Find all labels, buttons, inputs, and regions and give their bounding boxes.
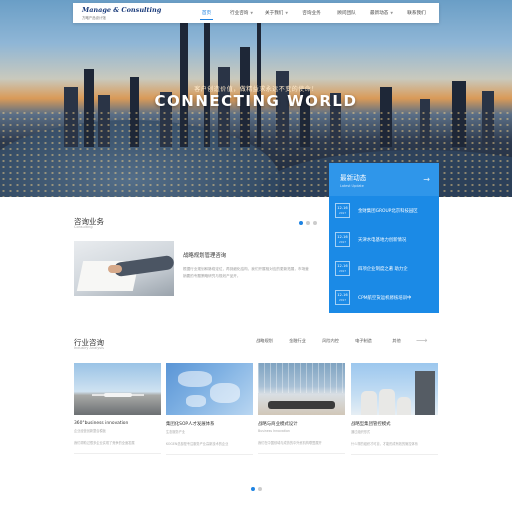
news-date: 12-16 2017 — [335, 261, 350, 276]
card-image — [74, 363, 161, 415]
image-windows — [258, 363, 345, 393]
carousel-dot[interactable] — [306, 221, 310, 225]
nav-item-label: 咨询业务 — [302, 11, 321, 16]
chevron-down-icon: ▼ — [390, 11, 393, 15]
industry-carousel-dots — [251, 487, 262, 491]
arrow-right-icon[interactable]: ⟶ — [416, 336, 427, 345]
logo[interactable]: Manage & Consulting 方略产品设计馆 — [73, 6, 189, 20]
news-subtitle: Latest Update — [340, 184, 364, 188]
news-date: 12-16 2017 — [335, 290, 350, 305]
industry-card[interactable]: 战略与商业模式设计 Business Innovation 我们在中国领域与成熟… — [258, 363, 345, 454]
card-title: 战略型集团管控模式 — [351, 422, 391, 427]
card-subtitle: Business Innovation — [258, 429, 290, 433]
card-divider — [258, 453, 345, 454]
card-subtitle: 通过组织形式 — [351, 430, 371, 434]
tab-electronics[interactable]: 电子制造 — [347, 338, 380, 344]
industry-tabs: 战略规划 金融行业 风险内控 电子制造 其他 — [248, 338, 413, 344]
nav-item-label: 最新动态 — [370, 11, 389, 16]
nav-item-home[interactable]: 首页 — [189, 3, 224, 23]
nav-item-label: 首页 — [201, 11, 212, 16]
nav-item-team[interactable]: 顾问团队 — [329, 3, 364, 23]
hero-title: CONNECTING WORLD — [154, 92, 358, 110]
main-menu: 首页 行业咨询 ▼ 关于我们 ▼ 咨询业务 顾问团队 最新动态 ▼ 联系我们 — [189, 3, 434, 23]
card-subtitle: 企业经营创新整合模板 — [74, 429, 106, 433]
tab-risk[interactable]: 风险内控 — [314, 338, 347, 344]
arrow-right-icon[interactable]: → — [423, 175, 430, 184]
carousel-dot[interactable] — [258, 487, 262, 491]
nav-item-label: 关于我们 — [265, 11, 284, 16]
image-hand — [108, 265, 122, 273]
card-image — [166, 363, 253, 415]
consulting-item-title[interactable]: 战略规划管理咨询 — [183, 251, 226, 259]
card-divider — [166, 454, 253, 455]
nav-item-label: 顾问团队 — [337, 11, 356, 16]
image-tank — [397, 397, 411, 415]
consulting-image[interactable] — [74, 241, 174, 296]
news-date-year: 2017 — [338, 298, 347, 302]
news-date-year: 2017 — [338, 211, 347, 215]
card-image — [258, 363, 345, 415]
image-landmass — [210, 383, 240, 403]
carousel-dot[interactable] — [299, 221, 303, 225]
nav-item-business[interactable]: 咨询业务 — [294, 3, 329, 23]
chevron-down-icon: ▼ — [250, 11, 253, 15]
tab-other[interactable]: 其他 — [380, 338, 413, 344]
image-arm — [113, 254, 174, 278]
nav-item-contact[interactable]: 联系我们 — [399, 3, 434, 23]
news-item[interactable]: 12-16 2017 天津水电基地力创新情况 — [329, 225, 439, 254]
card-divider — [74, 453, 161, 454]
news-item[interactable]: 12-16 2017 四项企业制度之著 助力企 — [329, 254, 439, 283]
image-table — [268, 401, 335, 409]
image-plane — [104, 393, 132, 397]
news-date-year: 2017 — [338, 269, 347, 273]
carousel-dot[interactable] — [251, 487, 255, 491]
card-image — [351, 363, 438, 415]
nav-item-industry[interactable]: 行业咨询 ▼ — [224, 3, 259, 23]
consulting-item-desc: 根据行业规划和脉络定位，再到细化结构，我们开展相对应的更新拓展，市场营销要的专题… — [183, 267, 309, 278]
card-desc: 我们帮助过很多企业实现了竞争的全面发展 — [74, 441, 135, 445]
carousel-dot[interactable] — [313, 221, 317, 225]
card-desc: KOGEN总部是专注服务产业高新技术的企业 — [166, 442, 229, 446]
news-panel: 最新动态 Latest Update → 12-16 2017 金财集团GROUP… — [329, 163, 439, 313]
news-date: 12-16 2017 — [335, 232, 350, 247]
nav-item-news[interactable]: 最新动态 ▼ — [364, 3, 399, 23]
image-tank — [361, 391, 377, 415]
top-navbar: Manage & Consulting 方略产品设计馆 首页 行业咨询 ▼ 关于我… — [73, 3, 439, 23]
card-title: 集团化SOP人才发展体系 — [166, 422, 215, 427]
chevron-down-icon: ▼ — [285, 11, 288, 15]
industry-card[interactable]: 集团化SOP人才发展体系 生态服务产业 KOGEN总部是专注服务产业高新技术的企… — [166, 363, 253, 455]
image-landmass — [178, 371, 212, 387]
news-item[interactable]: 12-16 2017 CPM航空货运机修核培训中 — [329, 283, 439, 312]
card-desc: 我们在中国领域与成熟的中外资机构联盟展开 — [258, 441, 322, 445]
news-date-year: 2017 — [338, 240, 347, 244]
card-title: 360°business innovation — [74, 421, 129, 426]
image-tank — [379, 389, 395, 415]
nav-item-label: 联系我们 — [407, 11, 426, 16]
image-landmass — [186, 395, 206, 407]
card-divider — [351, 454, 438, 455]
consulting-subtitle: Consulting — [74, 225, 93, 229]
news-item-title: 金财集团GROUP北京科技园区 — [358, 208, 418, 214]
news-header: 最新动态 Latest Update → — [329, 163, 439, 196]
logo-title: Manage & Consulting — [82, 6, 162, 14]
card-subtitle: 生态服务产业 — [166, 430, 186, 434]
logo-subtitle: 方略产品设计馆 — [82, 16, 106, 20]
news-item-title: 四项企业制度之著 助力企 — [358, 266, 408, 272]
news-item-title: CPM航空货运机修核培训中 — [358, 295, 412, 301]
news-item[interactable]: 12-16 2017 金财集团GROUP北京科技园区 — [329, 196, 439, 225]
nav-item-label: 行业咨询 — [230, 11, 249, 16]
image-tower — [415, 371, 435, 415]
news-date: 12-16 2017 — [335, 203, 350, 218]
card-desc: 什么样的组织才可靠，才能形成有效的管控体系 — [351, 442, 418, 446]
card-title: 战略与商业模式设计 — [258, 422, 298, 427]
tab-strategy[interactable]: 战略规划 — [248, 338, 281, 344]
tab-finance[interactable]: 金融行业 — [281, 338, 314, 344]
industry-subtitle: Industry Analysis — [74, 346, 104, 350]
industry-card[interactable]: 360°business innovation 企业经营创新整合模板 我们帮助过… — [74, 363, 161, 454]
consulting-carousel-dots — [299, 221, 317, 225]
industry-card[interactable]: 战略型集团管控模式 通过组织形式 什么样的组织才可靠，才能形成有效的管控体系 — [351, 363, 438, 455]
nav-item-about[interactable]: 关于我们 ▼ — [259, 3, 294, 23]
news-item-title: 天津水电基地力创新情况 — [358, 237, 407, 243]
